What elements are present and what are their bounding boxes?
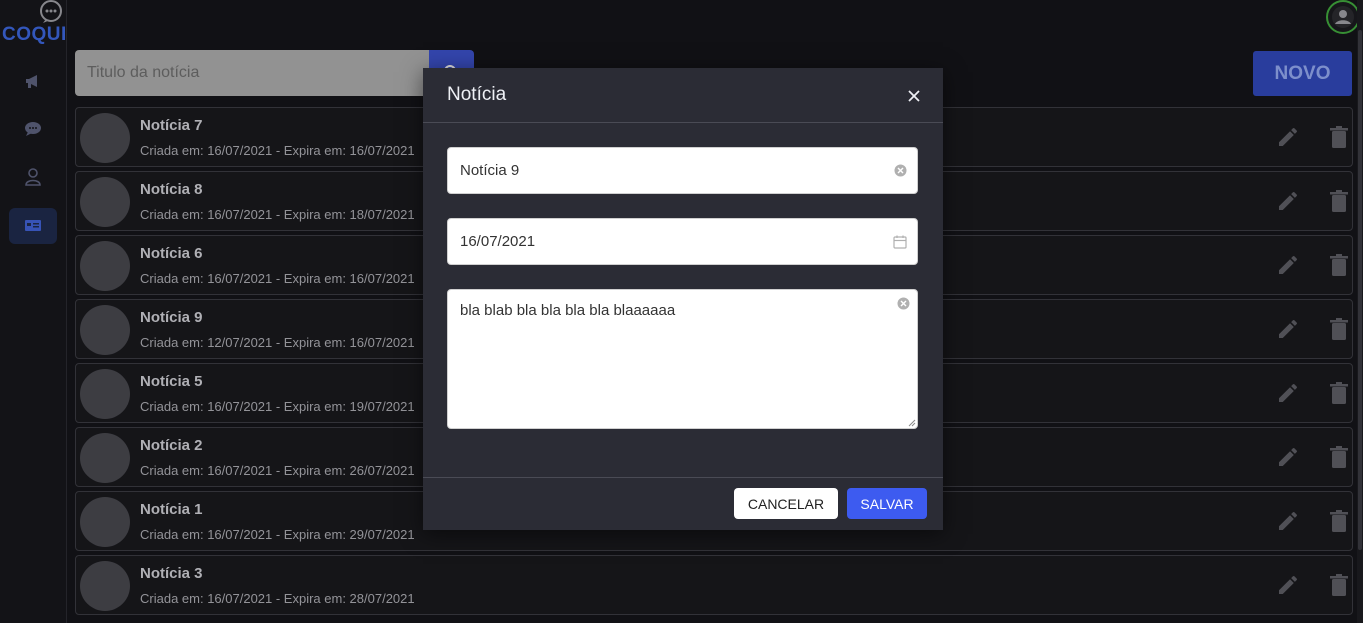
- resize-handle-icon[interactable]: [908, 419, 916, 427]
- clear-icon[interactable]: [897, 297, 910, 310]
- title-field-value: Notícia 9: [460, 162, 520, 179]
- clear-icon[interactable]: [894, 164, 907, 177]
- body-textarea[interactable]: bla blab bla bla bla bla blaaaaaa: [447, 289, 918, 429]
- calendar-icon[interactable]: [893, 235, 907, 249]
- modal-footer: CANCELAR SALVAR: [423, 477, 943, 531]
- title-field[interactable]: Notícia 9: [447, 147, 918, 194]
- modal-title: Notícia: [447, 84, 507, 105]
- date-field-value: 16/07/2021: [460, 233, 536, 250]
- date-field[interactable]: 16/07/2021: [447, 218, 918, 265]
- cancel-button[interactable]: CANCELAR: [734, 488, 838, 519]
- modal-header: Notícia: [423, 68, 943, 123]
- save-button[interactable]: SALVAR: [847, 488, 927, 519]
- close-icon[interactable]: [904, 86, 924, 106]
- body-textarea-value: bla blab bla bla bla bla blaaaaaa: [460, 302, 676, 319]
- news-modal: Notícia Notícia 9 16/07/2021 bla blab bl…: [423, 68, 943, 530]
